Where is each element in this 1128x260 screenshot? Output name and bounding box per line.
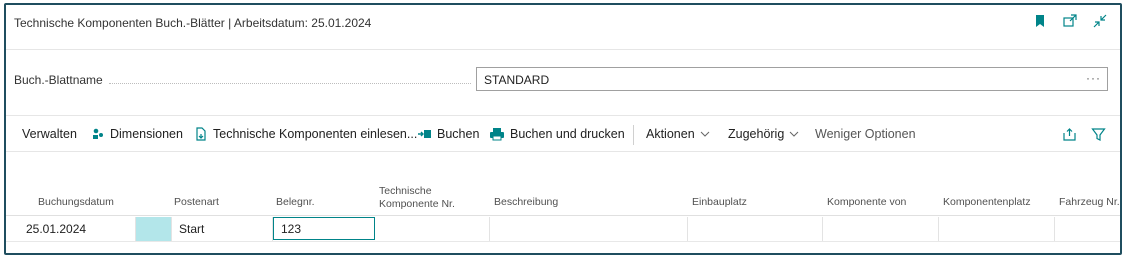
filter-icon[interactable] [1091,127,1106,142]
column-header-component-no-line1[interactable]: Technische [379,185,432,198]
document-no-cell[interactable]: 123 [273,217,375,240]
entry-type-value: Start [179,222,205,236]
posting-date-value: 25.01.2024 [26,222,87,236]
posting-date-cell[interactable]: 25.01.2024 [19,217,136,241]
column-header-entry-type[interactable]: Postenart [174,196,219,209]
grid-header: Buchungsdatum Postenart Belegnr. Technis… [6,175,1120,215]
document-no-value: 123 [281,222,302,236]
related-menu-label: Zugehörig [728,127,785,141]
grid-row-line [6,241,1120,242]
fewer-options-button[interactable]: Weniger Optionen [815,127,916,141]
post-button[interactable]: Buchen [417,127,479,141]
grid-header-line [6,215,1120,216]
document-import-icon [196,127,206,141]
post-label: Buchen [437,127,480,141]
table-row: 25.01.2024 Start 123 [6,217,1120,241]
manage-label: Verwalten [22,127,77,141]
printer-icon [490,128,504,141]
journal-name-row: Buch.-Blattname STANDARD ··· [6,67,1120,93]
title-bar: Technische Komponenten Buch.-Blätter | A… [6,5,1120,49]
action-bar: Verwalten Dimensionen Technische Kompone… [6,121,1120,149]
collapse-icon[interactable] [1092,13,1108,29]
actions-menu-label: Aktionen [646,127,695,141]
component-of-cell[interactable] [823,217,939,241]
component-place-cell[interactable] [939,217,1055,241]
journal-name-field[interactable]: STANDARD ··· [476,67,1108,91]
chevron-down-icon [789,131,799,137]
journal-name-value: STANDARD [484,73,550,87]
column-header-install-place[interactable]: Einbauplatz [692,196,747,209]
row-selector-cell[interactable] [136,217,172,241]
column-header-description[interactable]: Beschreibung [494,196,558,209]
open-new-window-icon[interactable] [1062,13,1078,29]
dimensions-icon [93,128,103,139]
column-header-component-no-line2[interactable]: Komponente Nr. [379,198,455,211]
title-icons [1032,13,1108,29]
import-components-label: Technische Komponenten einlesen... [213,127,418,141]
label-leader-dots [109,83,471,84]
manage-button[interactable]: Verwalten [22,127,77,141]
post-and-print-button[interactable]: Buchen und drucken [489,127,625,141]
right-icons [1062,127,1106,142]
actions-menu[interactable]: Aktionen [646,127,710,141]
fewer-options-label: Weniger Optionen [815,127,916,141]
related-menu[interactable]: Zugehörig [728,127,799,141]
dimensions-label: Dimensionen [110,127,183,141]
column-header-document-no[interactable]: Belegnr. [276,196,315,209]
post-and-print-label: Buchen und drucken [510,127,625,141]
post-icon [418,130,431,138]
component-no-cell[interactable] [375,217,490,241]
share-icon[interactable] [1062,127,1077,142]
field-divider [6,115,1120,116]
install-place-cell[interactable] [688,217,823,241]
bookmark-icon[interactable] [1032,13,1048,29]
dimensions-button[interactable]: Dimensionen [91,127,183,141]
column-header-component-place[interactable]: Komponentenplatz [943,196,1031,209]
vehicle-no-cell[interactable] [1055,217,1120,241]
page-frame: Technische Komponenten Buch.-Blätter | A… [4,3,1122,255]
title-divider [6,49,1120,50]
column-header-vehicle-no[interactable]: Fahrzeug Nr. [1059,196,1120,209]
actions-divider [6,151,1120,152]
chevron-down-icon [700,131,710,137]
action-separator [633,125,634,145]
journal-name-label: Buch.-Blattname [14,73,103,87]
description-cell[interactable] [490,217,688,241]
column-header-posting-date[interactable]: Buchungsdatum [38,196,114,209]
page-title: Technische Komponenten Buch.-Blätter | A… [14,16,372,30]
import-components-button[interactable]: Technische Komponenten einlesen... [194,127,417,141]
column-header-component-of[interactable]: Komponente von [827,196,906,209]
entry-type-cell[interactable]: Start [172,217,273,241]
ellipsis-icon[interactable]: ··· [1086,71,1101,85]
